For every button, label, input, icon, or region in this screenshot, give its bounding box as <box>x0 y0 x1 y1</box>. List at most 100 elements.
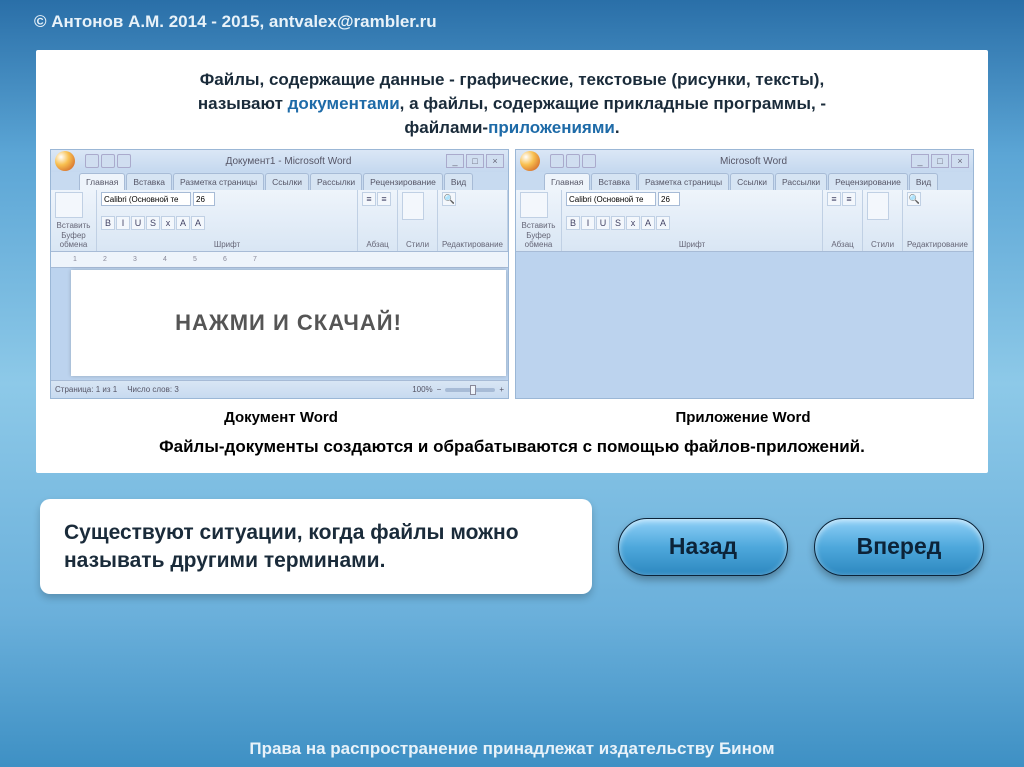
font-size-input[interactable] <box>193 192 215 206</box>
group-styles: Стили <box>863 190 903 251</box>
strike-icon[interactable]: S <box>146 216 160 230</box>
quick-access-toolbar[interactable] <box>550 154 596 168</box>
group-paragraph: ≡≡ Абзац <box>358 190 398 251</box>
minimize-icon[interactable]: _ <box>446 154 464 168</box>
find-icon[interactable]: 🔍 <box>907 192 921 206</box>
tab-mailings[interactable]: Рассылки <box>775 173 827 190</box>
close-icon[interactable]: × <box>486 154 504 168</box>
tab-insert[interactable]: Вставка <box>126 173 172 190</box>
numbers-icon[interactable]: ≡ <box>842 192 856 206</box>
ribbon-left: Вставить Буфер обмена B I U S x A <box>51 190 508 252</box>
status-page: Страница: 1 из 1 <box>55 385 117 394</box>
quick-access-toolbar[interactable] <box>85 154 131 168</box>
tab-review[interactable]: Рецензирование <box>363 173 443 190</box>
font-size-input[interactable] <box>658 192 680 206</box>
intro-line3a: файлами- <box>404 118 488 137</box>
bold-icon[interactable]: B <box>566 216 580 230</box>
maximize-icon[interactable]: □ <box>466 154 484 168</box>
para-label: Абзац <box>362 239 393 249</box>
group-editing: 🔍 Редактирование <box>903 190 973 251</box>
window-controls[interactable]: _□× <box>911 154 969 168</box>
intro-line3b: . <box>615 118 620 137</box>
bullets-icon[interactable]: ≡ <box>827 192 841 206</box>
paste-button[interactable] <box>520 192 548 218</box>
tab-references[interactable]: Ссылки <box>730 173 774 190</box>
status-words: Число слов: 3 <box>127 385 179 394</box>
minimize-icon[interactable]: _ <box>911 154 929 168</box>
group-font: B I U S x A A Шрифт <box>562 190 823 251</box>
intro-line2a: называют <box>198 94 288 113</box>
tab-view[interactable]: Вид <box>444 173 473 190</box>
caption-right: Приложение Word <box>512 409 974 426</box>
zoom-slider[interactable] <box>445 388 495 392</box>
font-name-input[interactable] <box>566 192 656 206</box>
back-button[interactable]: Назад <box>618 518 788 576</box>
office-button-icon[interactable] <box>55 151 75 171</box>
caption-left: Документ Word <box>50 409 512 426</box>
word-screenshots-row: Документ1 - Microsoft Word _□× Главная В… <box>50 149 974 399</box>
document-body-text: НАЖМИ И СКАЧАЙ! <box>175 310 402 336</box>
clipboard-label: Буфер обмена <box>55 230 92 249</box>
zoom-minus-icon[interactable]: − <box>437 385 442 394</box>
tab-view[interactable]: Вид <box>909 173 938 190</box>
edit-label: Редактирование <box>907 239 968 249</box>
tab-layout[interactable]: Разметка страницы <box>173 173 264 190</box>
ruler-left: 1234567 <box>51 252 508 268</box>
window-controls[interactable]: _□× <box>446 154 504 168</box>
ribbon-right: Вставить Буфер обмена B I U S x A <box>516 190 973 252</box>
numbers-icon[interactable]: ≡ <box>377 192 391 206</box>
tab-layout[interactable]: Разметка страницы <box>638 173 729 190</box>
paste-label: Вставить <box>55 220 92 230</box>
zoom-control[interactable]: 100% − + <box>412 385 504 394</box>
close-icon[interactable]: × <box>951 154 969 168</box>
tab-home[interactable]: Главная <box>544 173 590 190</box>
highlight-icon[interactable]: A <box>641 216 655 230</box>
navigation-row: Существуют ситуации, когда файлы можно н… <box>40 499 984 594</box>
color-icon[interactable]: A <box>656 216 670 230</box>
document-area-left[interactable]: НАЖМИ И СКАЧАЙ! <box>71 270 506 376</box>
intro-line1: Файлы, содержащие данные - графические, … <box>200 70 824 89</box>
styles-label: Стили <box>402 239 433 249</box>
group-font: B I U S x A A Шрифт <box>97 190 358 251</box>
sub-icon[interactable]: x <box>161 216 175 230</box>
tab-home[interactable]: Главная <box>79 173 125 190</box>
tab-insert[interactable]: Вставка <box>591 173 637 190</box>
font-buttons[interactable]: B I U S x A A <box>101 216 353 230</box>
color-icon[interactable]: A <box>191 216 205 230</box>
copyright-text: © Антонов А.М. 2014 - 2015, antvalex@ram… <box>0 0 1024 32</box>
maximize-icon[interactable]: □ <box>931 154 949 168</box>
word-window-application[interactable]: Microsoft Word _□× Главная Вставка Разме… <box>515 149 974 399</box>
italic-icon[interactable]: I <box>581 216 595 230</box>
font-name-input[interactable] <box>101 192 191 206</box>
styles-button[interactable] <box>867 192 889 220</box>
zoom-plus-icon[interactable]: + <box>499 385 504 394</box>
underline-icon[interactable]: U <box>596 216 610 230</box>
font-buttons[interactable]: B I U S x A A <box>566 216 818 230</box>
para-label: Абзац <box>827 239 858 249</box>
word-window-document[interactable]: Документ1 - Microsoft Word _□× Главная В… <box>50 149 509 399</box>
tab-mailings[interactable]: Рассылки <box>310 173 362 190</box>
bold-icon[interactable]: B <box>101 216 115 230</box>
tab-references[interactable]: Ссылки <box>265 173 309 190</box>
sub-icon[interactable]: x <box>626 216 640 230</box>
ribbon-tabs-right[interactable]: Главная Вставка Разметка страницы Ссылки… <box>516 172 973 190</box>
tab-review[interactable]: Рецензирование <box>828 173 908 190</box>
bullets-icon[interactable]: ≡ <box>362 192 376 206</box>
styles-button[interactable] <box>402 192 424 220</box>
group-clipboard: Вставить Буфер обмена <box>516 190 562 251</box>
underline-icon[interactable]: U <box>131 216 145 230</box>
ribbon-tabs-left[interactable]: Главная Вставка Разметка страницы Ссылки… <box>51 172 508 190</box>
group-editing: 🔍 Редактирование <box>438 190 508 251</box>
paste-button[interactable] <box>55 192 83 218</box>
highlight-icon[interactable]: A <box>176 216 190 230</box>
font-group-label: Шрифт <box>101 239 353 249</box>
titlebar-right: Microsoft Word _□× <box>516 150 973 172</box>
group-styles: Стили <box>398 190 438 251</box>
intro-highlight-documents: документами <box>288 94 400 113</box>
find-icon[interactable]: 🔍 <box>442 192 456 206</box>
office-button-icon[interactable] <box>520 151 540 171</box>
italic-icon[interactable]: I <box>116 216 130 230</box>
forward-button[interactable]: Вперед <box>814 518 984 576</box>
edit-label: Редактирование <box>442 239 503 249</box>
strike-icon[interactable]: S <box>611 216 625 230</box>
